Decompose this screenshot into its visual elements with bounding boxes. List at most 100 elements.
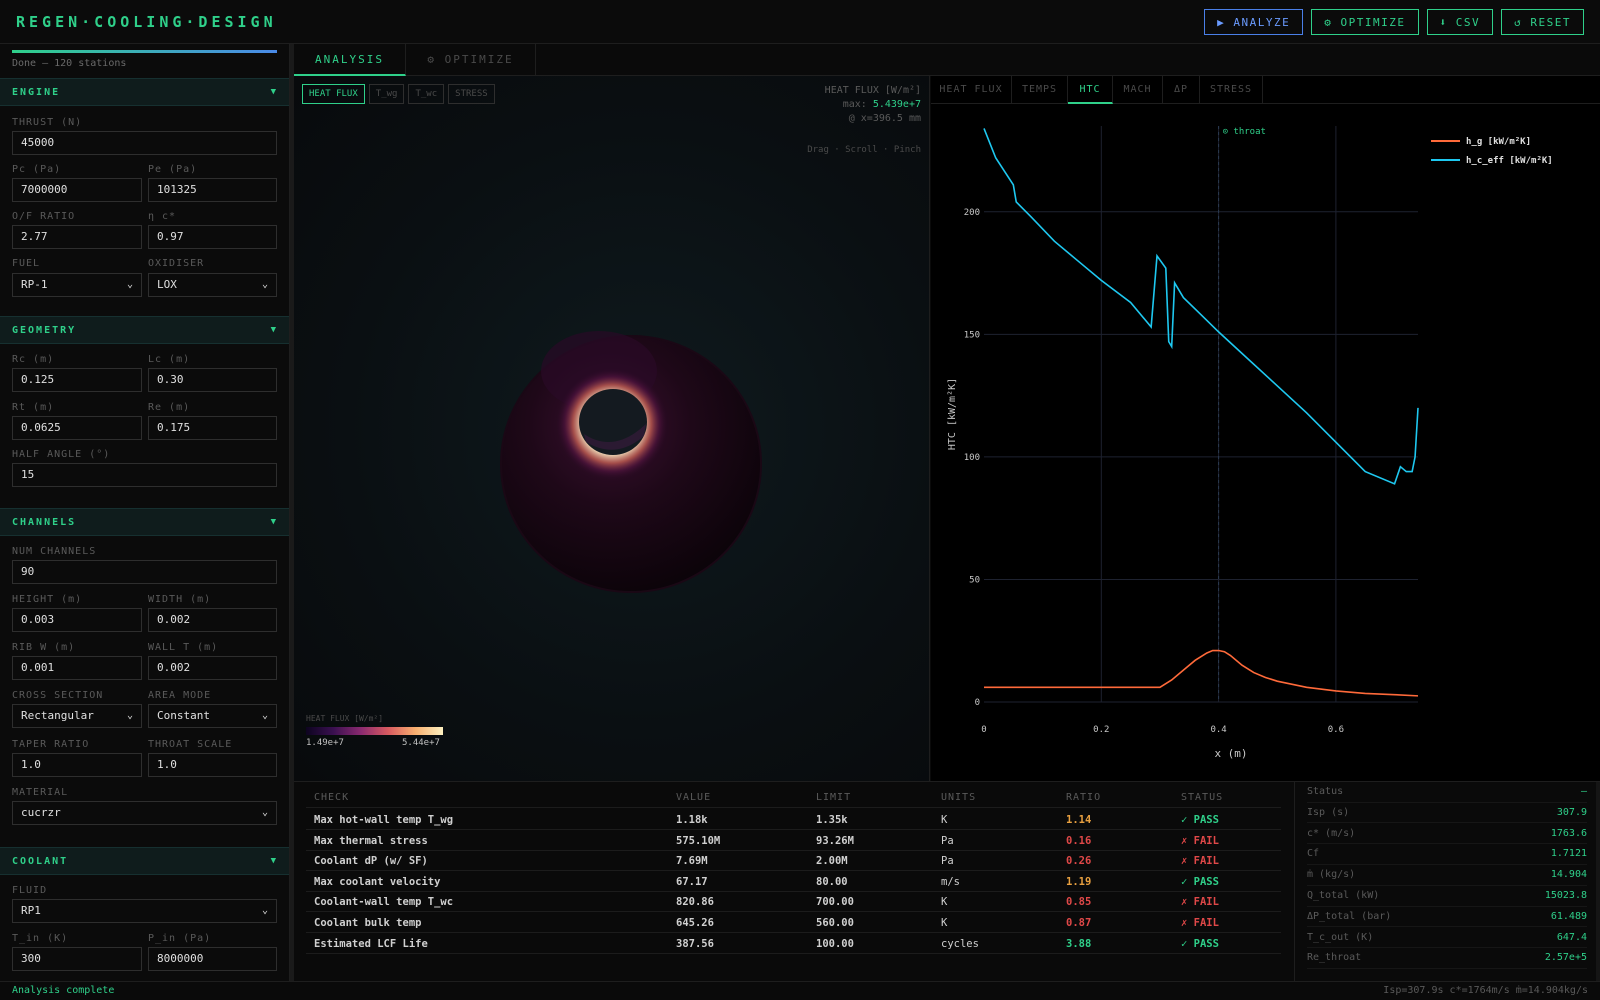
pin-input[interactable]: 8000000 bbox=[148, 947, 277, 971]
chevron-down-icon[interactable]: ▼ bbox=[271, 87, 276, 97]
lc-input[interactable]: 0.30 bbox=[148, 368, 277, 392]
chart-tab-dp[interactable]: ΔP bbox=[1163, 76, 1200, 104]
x-tick-label: 0 bbox=[981, 725, 986, 735]
analyze-button[interactable]: ▶ ANALYZE bbox=[1204, 9, 1304, 35]
cell-check: Estimated LCF Life bbox=[314, 937, 428, 950]
chart-tab-mach[interactable]: MACH bbox=[1113, 76, 1163, 104]
reset-button[interactable]: ↺ RESET bbox=[1501, 9, 1584, 35]
tin-input[interactable]: 300 bbox=[12, 947, 142, 971]
oxidiser-select[interactable]: LOX ⌄ bbox=[148, 273, 277, 297]
result-row: Isp (s) 307.9 bbox=[1307, 803, 1587, 824]
section-channels[interactable]: CHANNELS ▼ bbox=[0, 508, 289, 536]
tin-label: T_in (K) bbox=[12, 933, 69, 944]
of-input[interactable]: 2.77 bbox=[12, 225, 142, 249]
table-row: Coolant-wall temp T_wc 820.86 700.00 K 0.85 ✗… bbox=[306, 891, 1281, 913]
result-key: ΔP_total (bar) bbox=[1307, 910, 1392, 922]
thrust-input[interactable]: 45000 bbox=[12, 131, 277, 155]
fluid-select[interactable]: RP1 ⌄ bbox=[12, 899, 277, 923]
status-summary: Isp=307.9s c*=1764m/s ṁ=14.904kg/s bbox=[1383, 985, 1588, 996]
pe-input[interactable]: 101325 bbox=[148, 178, 277, 202]
width-input[interactable]: 0.002 bbox=[148, 608, 277, 632]
results-scrollbar[interactable] bbox=[1596, 782, 1600, 982]
fuel-value: RP-1 bbox=[21, 278, 48, 291]
section-coolant[interactable]: COOLANT ▼ bbox=[0, 847, 289, 875]
half-angle-input[interactable]: 15 bbox=[12, 463, 277, 487]
rt-input[interactable]: 0.0625 bbox=[12, 416, 142, 440]
result-value: 2.57e+5 bbox=[1544, 952, 1587, 964]
oxidiser-label: OXIDISER bbox=[148, 258, 205, 269]
cell-value: 7.69M bbox=[676, 855, 708, 868]
thrust-label: THRUST (N) bbox=[12, 117, 83, 128]
cell-limit: 93.26M bbox=[816, 834, 854, 847]
section-title: ENGINE bbox=[12, 87, 61, 98]
main-tabs: ANALYSIS ⚙ OPTIMIZE bbox=[294, 44, 1600, 76]
col-check-header: CHECK bbox=[314, 792, 350, 803]
cell-status: ✓ PASS bbox=[1181, 875, 1219, 888]
chart-tab-stress[interactable]: STRESS bbox=[1200, 76, 1263, 104]
cell-limit: 2.00M bbox=[816, 855, 848, 868]
cell-ratio: 0.26 bbox=[1066, 855, 1092, 868]
checks-table: CHECK VALUE LIMIT UNITS RATIO STATUS Max… bbox=[294, 781, 1294, 981]
pc-input[interactable]: 7000000 bbox=[12, 178, 142, 202]
area-mode-select[interactable]: Constant ⌄ bbox=[148, 704, 277, 728]
cell-ratio: 3.88 bbox=[1066, 937, 1092, 950]
taper-ratio-label: TAPER RATIO bbox=[12, 739, 90, 750]
result-row: Cf 1.7121 bbox=[1307, 844, 1587, 865]
rc-input[interactable]: 0.125 bbox=[12, 368, 142, 392]
section-title: CHANNELS bbox=[12, 517, 77, 528]
result-key: T_c_out (K) bbox=[1307, 931, 1374, 943]
result-key: Re_throat bbox=[1307, 952, 1362, 964]
chevron-down-icon: ⌄ bbox=[126, 279, 133, 290]
eta-label: η c* bbox=[148, 211, 177, 222]
status-bar: Analysis complete Isp=307.9s c*=1764m/s … bbox=[0, 981, 1600, 1000]
cell-limit: 1.35k bbox=[816, 814, 848, 826]
rib-width-label: RIB W (m) bbox=[12, 642, 76, 653]
chevron-down-icon[interactable]: ▼ bbox=[271, 325, 276, 335]
chevron-down-icon[interactable]: ▼ bbox=[271, 856, 276, 866]
y-tick-label: 150 bbox=[964, 330, 980, 340]
fuel-select[interactable]: RP-1 ⌄ bbox=[12, 273, 142, 297]
cell-units: Pa bbox=[941, 855, 954, 868]
fluid-value: RP1 bbox=[21, 904, 41, 917]
throat-scale-input[interactable]: 1.0 bbox=[148, 753, 277, 777]
section-engine[interactable]: ENGINE ▼ bbox=[0, 78, 289, 106]
area-mode-label: AREA MODE bbox=[148, 690, 212, 701]
result-key: Q_total (kW) bbox=[1307, 890, 1380, 901]
chevron-down-icon[interactable]: ▼ bbox=[271, 517, 276, 527]
height-input[interactable]: 0.003 bbox=[12, 608, 142, 632]
table-row: Max thermal stress 575.10M 93.26M Pa 0.16 ✗ F… bbox=[306, 830, 1281, 851]
wall-thickness-input[interactable]: 0.002 bbox=[148, 656, 277, 680]
lc-label: Lc (m) bbox=[148, 354, 191, 365]
x-tick-label: 0.6 bbox=[1328, 725, 1344, 735]
fuel-label: FUEL bbox=[12, 258, 41, 269]
nozzle-3d-viewport[interactable]: HEAT FLUX T_wg T_wc STRESS HEAT FLUX [W/… bbox=[294, 76, 930, 781]
num-channels-input[interactable]: 90 bbox=[12, 560, 277, 584]
col-status-header: STATUS bbox=[1181, 792, 1224, 803]
legend-label: h_g [kW/m²K] bbox=[1466, 137, 1531, 147]
taper-ratio-input[interactable]: 1.0 bbox=[12, 753, 142, 777]
optimize-button[interactable]: ⚙ OPTIMIZE bbox=[1311, 9, 1419, 35]
re-input[interactable]: 0.175 bbox=[148, 416, 277, 440]
y-tick-label: 0 bbox=[975, 698, 980, 708]
cell-ratio: 0.16 bbox=[1066, 834, 1092, 847]
eta-input[interactable]: 0.97 bbox=[148, 225, 277, 249]
result-key: Cf bbox=[1307, 848, 1320, 860]
section-title: COOLANT bbox=[12, 856, 69, 867]
colorbar bbox=[306, 727, 443, 735]
tab-analysis[interactable]: ANALYSIS bbox=[294, 44, 406, 76]
material-select[interactable]: cucrzr ⌄ bbox=[12, 801, 277, 825]
result-row: Re_throat 2.57e+5 bbox=[1307, 948, 1587, 969]
chart-tab-heat-flux[interactable]: HEAT FLUX bbox=[931, 76, 1012, 104]
section-geometry[interactable]: GEOMETRY ▼ bbox=[0, 316, 289, 344]
chart-tab-temps[interactable]: TEMPS bbox=[1012, 76, 1068, 104]
cell-units: m/s bbox=[941, 875, 960, 888]
chart-tab-htc[interactable]: HTC bbox=[1068, 76, 1113, 104]
rib-width-input[interactable]: 0.001 bbox=[12, 656, 142, 680]
cross-section-select[interactable]: Rectangular ⌄ bbox=[12, 704, 142, 728]
csv-button[interactable]: ⬇ CSV bbox=[1426, 9, 1494, 35]
table-row: Max hot-wall temp T_wg 1.18k 1.35k K 1.14 ✓ P… bbox=[306, 809, 1281, 830]
half-angle-label: HALF ANGLE (°) bbox=[12, 449, 111, 460]
tab-optimize[interactable]: ⚙ OPTIMIZE bbox=[406, 44, 536, 76]
cell-limit: 560.00 bbox=[816, 917, 854, 929]
htc-chart[interactable]: 0 50 100 150 200 0 0.2 0.4 0.6 ⊙ throat x (m) HTC [… bbox=[931, 104, 1600, 781]
